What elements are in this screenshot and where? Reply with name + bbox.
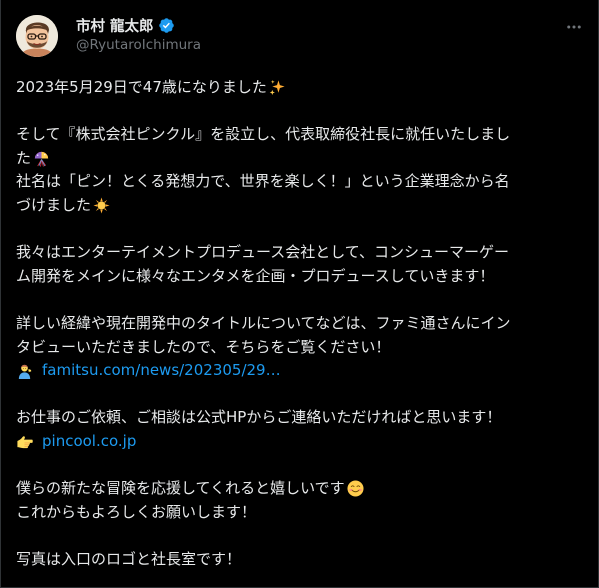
famitsu-article-link[interactable]: famitsu.com/news/202305/29… — [42, 359, 281, 383]
tweet-text-segment: これからもよろしくお願いします！ — [16, 502, 257, 521]
smiling-face-emoji-icon — [347, 480, 364, 497]
tweet-line: 2023年5月29日で47歳になりました — [16, 76, 588, 100]
tweet-line: づけました — [16, 194, 588, 218]
author-display-name[interactable]: 市村 龍太郎 — [76, 15, 154, 36]
tweet-text-segment: 写真は入口のロゴと社長室です！ — [16, 549, 242, 568]
tweet-line: た — [16, 147, 588, 171]
tweet-line: 詳しい経緯や現在開発中のタイトルについてなどは、ファミ通さんにイン — [16, 312, 588, 336]
tweet-text-segment: た — [16, 148, 32, 167]
tweet-text-segment: ム開発をメインに様々なエンタメを企画・プロデュースしていきます！ — [16, 266, 495, 285]
avatar-illustration-icon — [16, 15, 58, 57]
tweet-text-segment: タビューいただきましたので、そちらをご覧ください！ — [16, 337, 391, 356]
tweet-line: 我々はエンターテイメントプロデュース会社として、コンシューマーゲー — [16, 241, 588, 265]
tweet-line: 写真は入口のロゴと社長室です！ — [16, 548, 588, 572]
tweet-text-segment: 2023年5月29日で47歳になりました — [16, 78, 267, 96]
author-handle[interactable]: @RyutaroIchimura — [76, 37, 201, 53]
tweet-text-segment: 僕らの新たな冒険を応援してくれると嬉しいです — [16, 479, 345, 498]
tweet-text: 2023年5月29日で47歳になりました そして『株式会社ピンクル』を設立し、代… — [16, 76, 588, 571]
author-name-row[interactable]: 市村 龍太郎 — [76, 15, 175, 35]
tweet-card: 市村 龍太郎 @RyutaroIchimura 2023年5月29日で47歳にな… — [0, 0, 599, 588]
tweet-line: お仕事のご依頼、ご相談は公式HPからご連絡いただければと思います！ — [16, 406, 588, 430]
sparkles-emoji-icon — [269, 80, 285, 96]
sun-emoji-icon — [93, 197, 110, 214]
backhand-index-pointing-right-emoji-icon — [17, 436, 33, 449]
more-options-icon — [567, 25, 581, 29]
tweet-line: famitsu.com/news/202305/29… — [16, 359, 588, 383]
tweet-line: そして『株式会社ピンクル』を設立し、代表取締役社長に就任いたしまし — [16, 123, 588, 147]
tweet-text-segment: づけました — [16, 195, 92, 214]
tweet-text-segment: 詳しい経緯や現在開発中のタイトルについてなどは、ファミ通さんにイン — [16, 313, 511, 332]
avatar[interactable] — [16, 15, 58, 57]
pincool-website-link[interactable]: pincool.co.jp — [42, 430, 136, 454]
confetti-ball-emoji-icon — [34, 151, 49, 167]
tweet-line: これからもよろしくお願いします！ — [16, 501, 588, 525]
person-tipping-hand-emoji-icon — [18, 365, 32, 380]
tweet-text-segment: 我々はエンターテイメントプロデュース会社として、コンシューマーゲー — [16, 243, 510, 262]
verified-badge-icon[interactable] — [158, 17, 175, 34]
tweet-text-segment: お仕事のご依頼、ご相談は公式HPからご連絡いただければと思います！ — [16, 408, 502, 427]
more-options-button[interactable] — [561, 14, 587, 40]
tweet-line: pincool.co.jp — [16, 430, 588, 454]
tweet-line: 僕らの新たな冒険を応援してくれると嬉しいです — [16, 477, 588, 501]
tweet-text-segment: 社名は「ピン！とくる発想力で、世界を楽しく！」という企業理念から名 — [16, 172, 510, 191]
tweet-line: タビューいただきましたので、そちらをご覧ください！ — [16, 336, 588, 360]
tweet-line: ム開発をメインに様々なエンタメを企画・プロデュースしていきます！ — [16, 265, 588, 289]
tweet-text-segment: そして『株式会社ピンクル』を設立し、代表取締役社長に就任いたしまし — [16, 125, 511, 144]
tweet-line: 社名は「ピン！とくる発想力で、世界を楽しく！」という企業理念から名 — [16, 170, 588, 194]
